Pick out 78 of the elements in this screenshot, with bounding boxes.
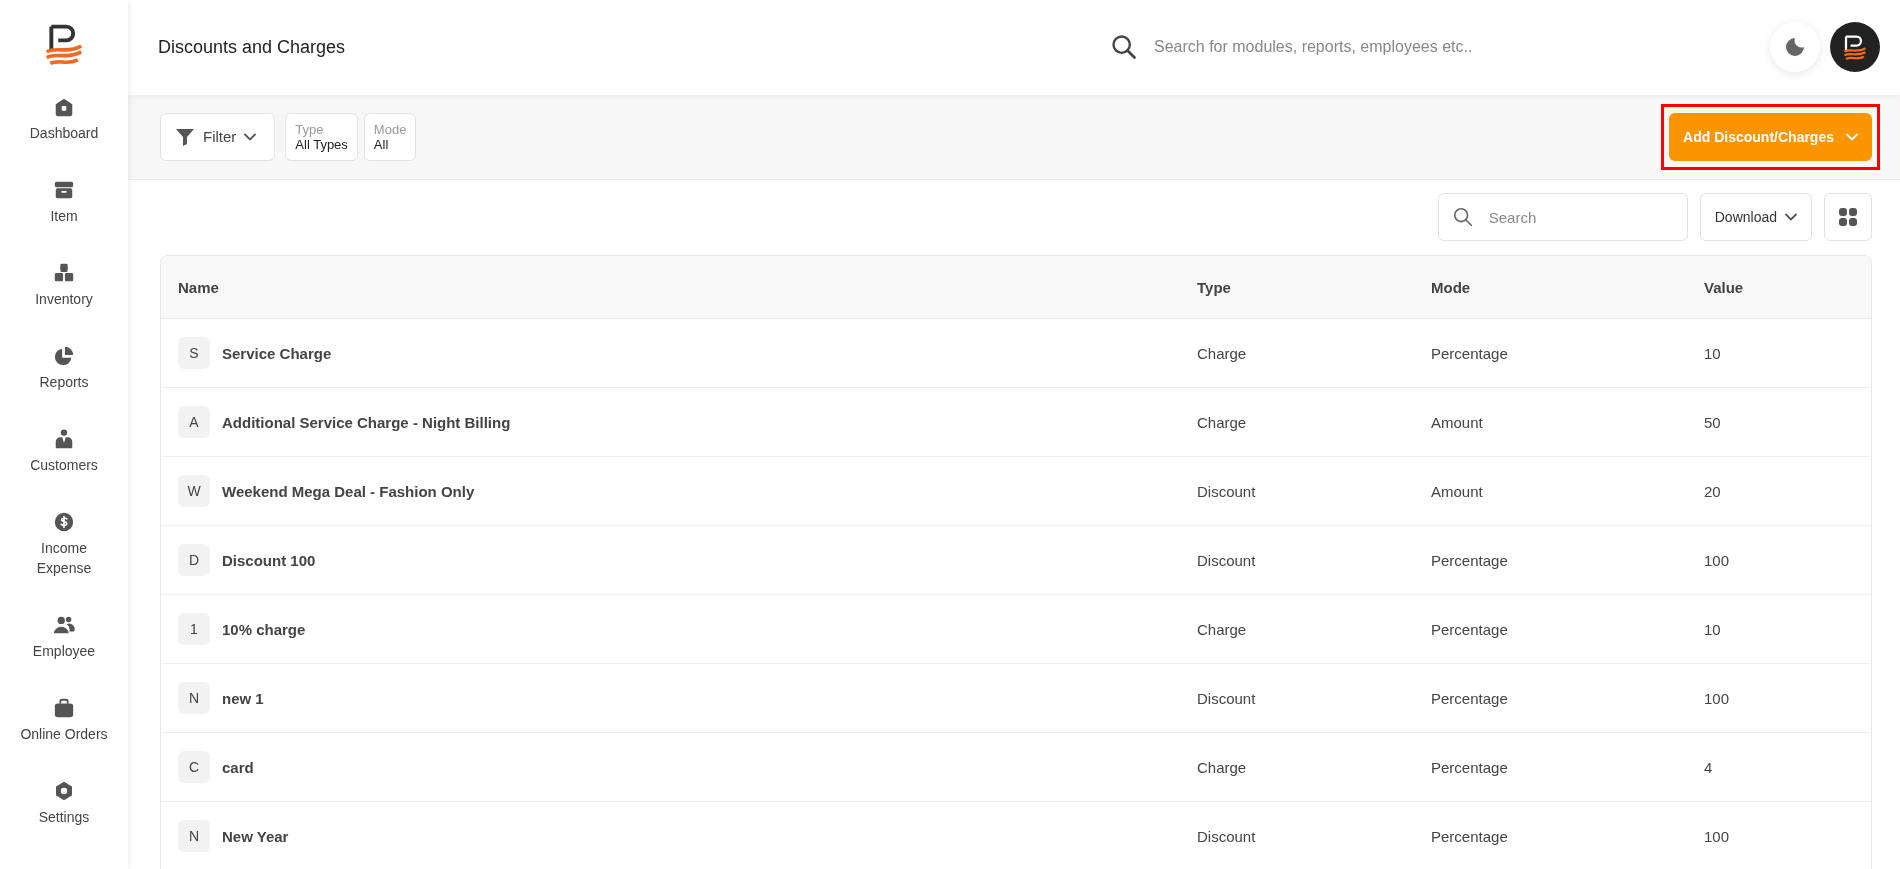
initial-badge: S — [178, 337, 210, 370]
table-cell: Weekend Mega Deal - Fashion Only — [222, 482, 475, 500]
table-cell: card — [222, 758, 254, 776]
table-cell: Percentage — [1431, 758, 1508, 776]
sidebar-item[interactable]: Customers — [4, 428, 124, 511]
filter-button[interactable]: Filter — [160, 112, 276, 161]
people-icon — [53, 614, 75, 636]
column-header: Name — [161, 256, 1197, 319]
table-cell: Additional Service Charge - Night Billing — [222, 413, 511, 431]
table-cell: Percentage — [1431, 551, 1508, 569]
table-cell: new 1 — [222, 689, 264, 707]
sidebar-item[interactable]: Settings — [4, 780, 124, 863]
table-cell: Discount 100 — [222, 551, 316, 569]
table-cell: 50 — [1704, 413, 1721, 431]
bag-icon — [53, 697, 75, 719]
table-cell: Percentage — [1431, 689, 1508, 707]
sidebar-item[interactable]: Inventory — [4, 262, 124, 345]
download-button[interactable]: Download — [1699, 193, 1812, 242]
table-cell: Discount — [1197, 689, 1256, 707]
table-cell: Percentage — [1431, 620, 1508, 638]
initial-badge: N — [178, 820, 210, 853]
table-cell: Percentage — [1431, 827, 1508, 845]
initial-badge: W — [178, 475, 210, 508]
initial-badge: C — [178, 751, 210, 784]
table-cell: 100 — [1704, 827, 1730, 845]
initial-badge: N — [178, 682, 210, 715]
initial-badge: 1 — [178, 613, 210, 646]
table-cell: Charge — [1197, 413, 1247, 431]
table-cell: Charge — [1197, 758, 1247, 776]
gear-icon — [53, 780, 75, 802]
column-header: Value — [1704, 256, 1871, 319]
search-icon — [1110, 33, 1138, 62]
chevron-down-icon — [1785, 213, 1797, 222]
sidebar-item[interactable]: Online Orders — [4, 697, 124, 780]
table-cell: Charge — [1197, 620, 1247, 638]
table-cell: 20 — [1704, 482, 1721, 500]
theme-toggle-button[interactable] — [1770, 22, 1820, 73]
table-cell: Service Charge — [222, 344, 332, 362]
chevron-down-icon — [244, 132, 257, 141]
table-cell: Discount — [1197, 551, 1256, 569]
grid-view-button[interactable] — [1824, 193, 1872, 242]
table-cell: 4 — [1704, 758, 1713, 776]
table-cell: 10% charge — [222, 620, 306, 638]
table-cell: 10 — [1704, 344, 1721, 362]
home-icon — [53, 96, 75, 118]
table-cell: Discount — [1197, 827, 1256, 845]
sidebar-item[interactable]: Reports — [4, 345, 124, 428]
dollar-icon — [53, 511, 75, 533]
table-cell: Charge — [1197, 344, 1247, 362]
global-search-field[interactable]: Search for modules, reports, employees etc.. — [1152, 37, 1650, 58]
grid-icon — [1839, 208, 1857, 227]
pie-chart-icon — [53, 345, 75, 367]
table-cell: 100 — [1704, 689, 1730, 707]
table-cell: Discount — [1197, 482, 1256, 500]
sidebar-item[interactable]: Employee — [4, 614, 124, 697]
chevron-down-icon — [1846, 132, 1858, 141]
table-cell: Amount — [1431, 482, 1483, 500]
archive-box-icon — [53, 179, 75, 201]
sidebar-item[interactable]: Dashboard — [4, 96, 124, 179]
table-cell: 10 — [1704, 620, 1721, 638]
initial-badge: A — [178, 406, 210, 439]
table-cell: New Year — [222, 827, 289, 845]
table-cell: 100 — [1704, 551, 1730, 569]
sidebar-item[interactable]: Income Expense — [4, 511, 124, 614]
table-cell: Amount — [1431, 413, 1483, 431]
filter-chip[interactable]: Type All Types — [285, 112, 358, 161]
page-title: Discounts and Charges — [158, 36, 347, 58]
person-icon — [53, 428, 75, 450]
filter-icon — [175, 127, 195, 146]
sidebar-item[interactable]: Item — [4, 179, 124, 262]
profile-avatar[interactable] — [1830, 22, 1880, 73]
table-cell: Percentage — [1431, 344, 1508, 362]
column-header: Mode — [1431, 256, 1704, 319]
boxes-icon — [53, 262, 75, 284]
filter-chip[interactable]: Mode All — [363, 112, 417, 161]
table-search-field[interactable]: Search — [1437, 193, 1688, 242]
column-header: Type — [1197, 256, 1431, 319]
initial-badge: D — [178, 544, 210, 577]
